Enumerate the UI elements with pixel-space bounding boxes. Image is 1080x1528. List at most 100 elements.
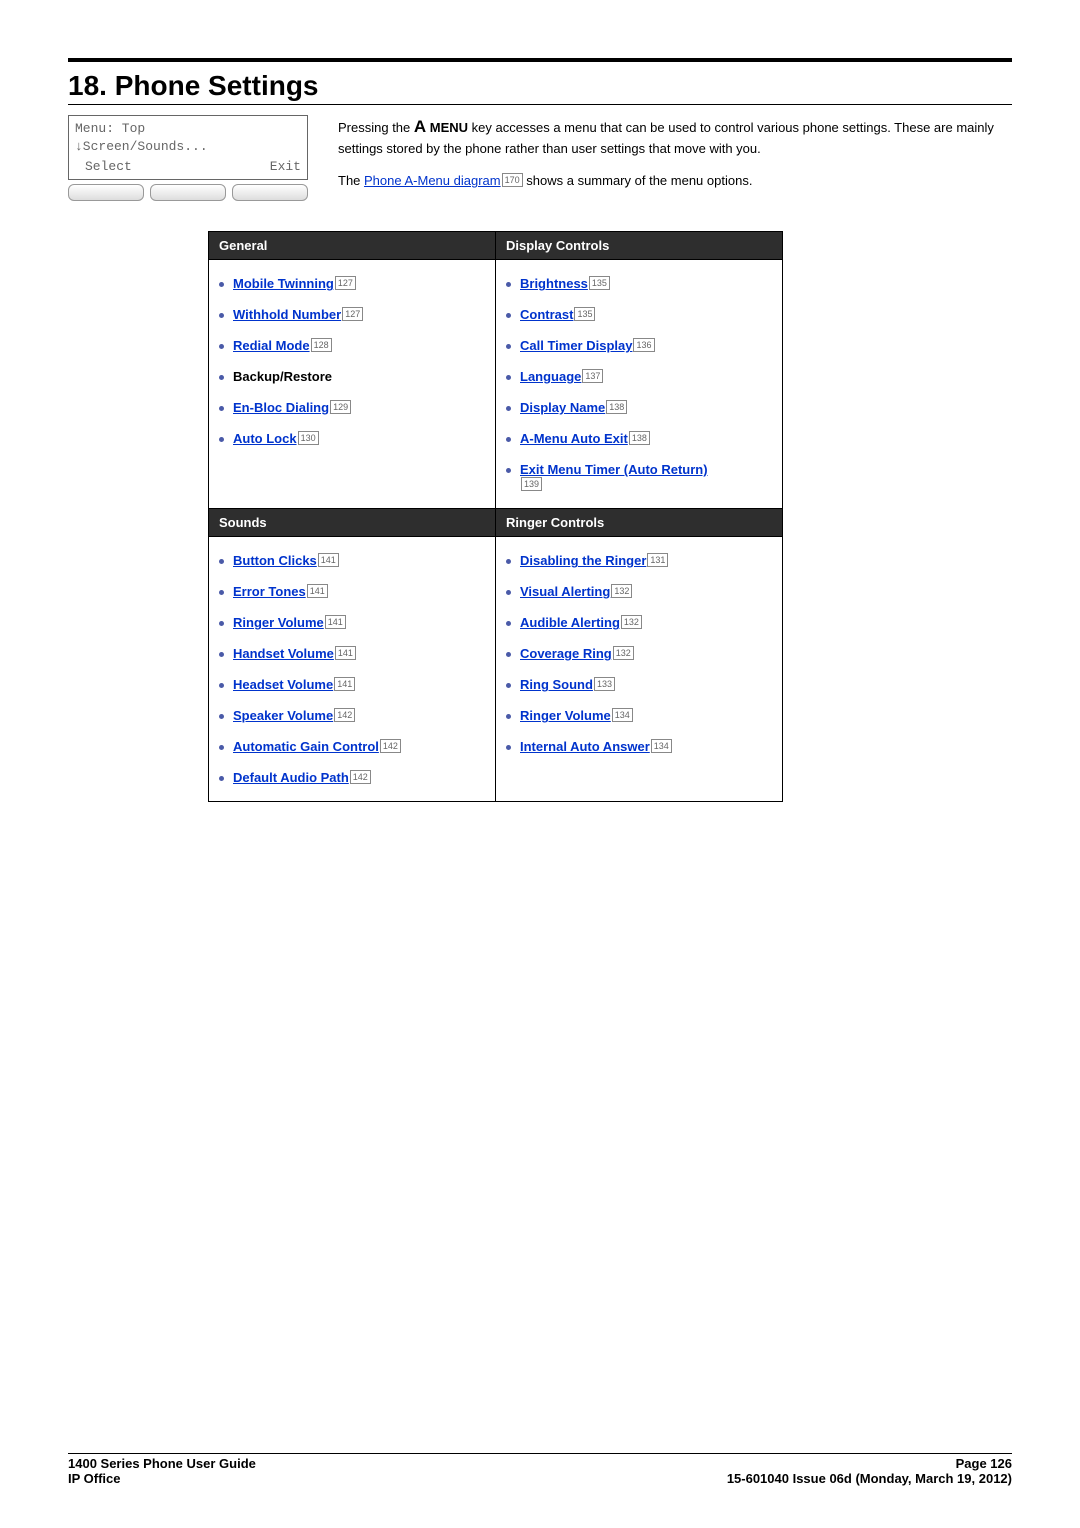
link-display-name[interactable]: Display Name — [520, 400, 605, 415]
link-speaker-volume[interactable]: Speaker Volume — [233, 708, 333, 723]
plain-item-label: Backup/Restore — [233, 369, 332, 384]
link-automatic-gain-control[interactable]: Automatic Gain Control — [233, 739, 379, 754]
th-display: Display Controls — [496, 232, 783, 260]
phone-screen-graphic: Menu: Top ↓Screen/Sounds... Select Exit — [68, 115, 308, 205]
link-handset-volume[interactable]: Handset Volume — [233, 646, 334, 661]
page-ref: 141 — [325, 615, 346, 629]
page-ref: 127 — [335, 276, 356, 290]
footer-left1: 1400 Series Phone User Guide — [68, 1456, 256, 1471]
phone-softkey1 — [68, 184, 144, 201]
list-item: En-Bloc Dialing129 — [219, 392, 485, 423]
page-ref: 129 — [330, 400, 351, 414]
link-internal-auto-answer[interactable]: Internal Auto Answer — [520, 739, 650, 754]
page-ref: 136 — [633, 338, 654, 352]
settings-table: General Display Controls Mobile Twinning… — [208, 231, 783, 802]
menu-key-label: MENU — [430, 120, 468, 135]
intro-para2-post: shows a summary of the menu options. — [526, 173, 752, 188]
page-ref: 141 — [335, 646, 356, 660]
link-coverage-ring[interactable]: Coverage Ring — [520, 646, 612, 661]
a-menu-diagram-ref: 170 — [502, 173, 523, 187]
th-general: General — [209, 232, 496, 260]
page-ref: 133 — [594, 677, 615, 691]
link-error-tones[interactable]: Error Tones — [233, 584, 306, 599]
page-footer: 1400 Series Phone User Guide Page 126 IP… — [68, 1453, 1012, 1486]
list-item: Call Timer Display136 — [506, 330, 772, 361]
intro-para1-pre: Pressing the — [338, 120, 414, 135]
list-item: Backup/Restore — [219, 361, 485, 392]
list-item: Internal Auto Answer134 — [506, 731, 772, 762]
link-call-timer-display[interactable]: Call Timer Display — [520, 338, 632, 353]
a-menu-diagram-link[interactable]: Phone A-Menu diagram — [364, 173, 501, 188]
link-en-bloc-dialing[interactable]: En-Bloc Dialing — [233, 400, 329, 415]
title-rule — [68, 104, 1012, 105]
link-auto-lock[interactable]: Auto Lock — [233, 431, 297, 446]
list-item: Visual Alerting132 — [506, 576, 772, 607]
list-item: Handset Volume141 — [219, 638, 485, 669]
link-visual-alerting[interactable]: Visual Alerting — [520, 584, 610, 599]
link-withhold-number[interactable]: Withhold Number — [233, 307, 341, 322]
intro-para2-pre: The — [338, 173, 364, 188]
page-ref: 130 — [298, 431, 319, 445]
page-ref: 132 — [613, 646, 634, 660]
th-sounds: Sounds — [209, 509, 496, 537]
phone-softkey2 — [150, 184, 226, 201]
list-item: Coverage Ring132 — [506, 638, 772, 669]
link-button-clicks[interactable]: Button Clicks — [233, 553, 317, 568]
link-default-audio-path[interactable]: Default Audio Path — [233, 770, 349, 785]
link-ringer-volume[interactable]: Ringer Volume — [233, 615, 324, 630]
page-top-rule — [68, 58, 1012, 62]
link-language[interactable]: Language — [520, 369, 581, 384]
page-ref: 128 — [311, 338, 332, 352]
link-audible-alerting[interactable]: Audible Alerting — [520, 615, 620, 630]
footer-right2: 15-601040 Issue 06d (Monday, March 19, 2… — [727, 1471, 1012, 1486]
page-ref: 127 — [342, 307, 363, 321]
phone-softkey-left-label: Select — [85, 158, 132, 176]
page-ref: 137 — [582, 369, 603, 383]
link-mobile-twinning[interactable]: Mobile Twinning — [233, 276, 334, 291]
page-ref: 141 — [318, 553, 339, 567]
footer-left2: IP Office — [68, 1471, 121, 1486]
list-item: Redial Mode128 — [219, 330, 485, 361]
list-item: Ringer Volume141 — [219, 607, 485, 638]
list-item: Ring Sound133 — [506, 669, 772, 700]
phone-line2: ↓Screen/Sounds... — [75, 138, 301, 156]
list-item: Default Audio Path142 — [219, 762, 485, 793]
link-a-menu-auto-exit[interactable]: A-Menu Auto Exit — [520, 431, 628, 446]
page-ref: 135 — [589, 276, 610, 290]
link-redial-mode[interactable]: Redial Mode — [233, 338, 310, 353]
page-ref: 139 — [521, 477, 542, 491]
list-item: Speaker Volume142 — [219, 700, 485, 731]
page-ref: 142 — [380, 739, 401, 753]
list-item: Exit Menu Timer (Auto Return)139 — [506, 454, 772, 500]
list-item: A-Menu Auto Exit138 — [506, 423, 772, 454]
list-item: Audible Alerting132 — [506, 607, 772, 638]
phone-softkey-right-label: Exit — [270, 158, 301, 176]
link-ring-sound[interactable]: Ring Sound — [520, 677, 593, 692]
list-item: Disabling the Ringer131 — [506, 545, 772, 576]
list-item: Display Name138 — [506, 392, 772, 423]
page-ref: 134 — [612, 708, 633, 722]
list-item: Automatic Gain Control142 — [219, 731, 485, 762]
list-item: Headset Volume141 — [219, 669, 485, 700]
link-headset-volume[interactable]: Headset Volume — [233, 677, 333, 692]
list-item: Language137 — [506, 361, 772, 392]
footer-right1: Page 126 — [956, 1456, 1012, 1471]
link-ringer-volume[interactable]: Ringer Volume — [520, 708, 611, 723]
link-contrast[interactable]: Contrast — [520, 307, 573, 322]
page-ref: 141 — [307, 584, 328, 598]
page-ref: 141 — [334, 677, 355, 691]
page-ref: 131 — [647, 553, 668, 567]
link-disabling-the-ringer[interactable]: Disabling the Ringer — [520, 553, 646, 568]
page-ref: 132 — [611, 584, 632, 598]
a-key-icon: A — [414, 117, 426, 136]
page-ref: 132 — [621, 615, 642, 629]
phone-softkey3 — [232, 184, 308, 201]
phone-line1: Menu: Top — [75, 120, 301, 138]
list-item: Auto Lock130 — [219, 423, 485, 454]
page-ref: 142 — [350, 770, 371, 784]
chapter-title: 18. Phone Settings — [68, 70, 1012, 102]
list-item: Button Clicks141 — [219, 545, 485, 576]
link-brightness[interactable]: Brightness — [520, 276, 588, 291]
link-exit-menu-timer-auto-return[interactable]: Exit Menu Timer (Auto Return) — [520, 462, 708, 477]
th-ringer: Ringer Controls — [496, 509, 783, 537]
